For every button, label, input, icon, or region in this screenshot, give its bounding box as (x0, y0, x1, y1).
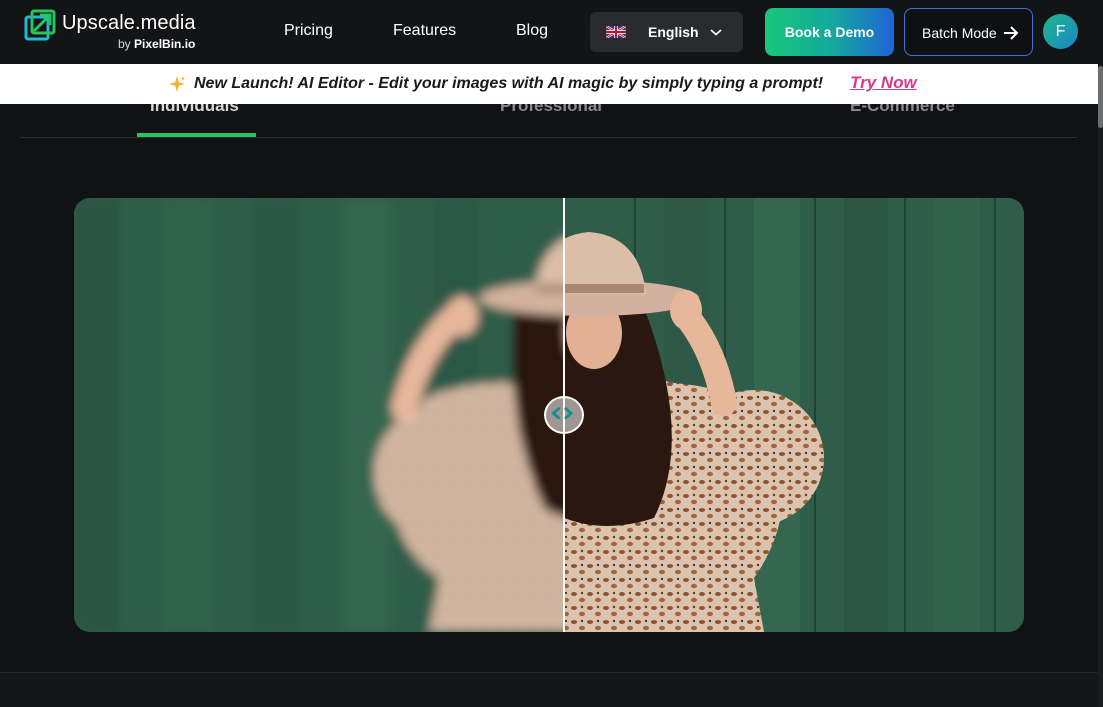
scrollbar-thumb[interactable] (1098, 66, 1103, 128)
nav-pricing[interactable]: Pricing (284, 22, 333, 40)
next-section (0, 673, 1098, 707)
logo[interactable]: Upscale.media by PixelBin.io (24, 9, 204, 53)
logo-by-prefix: by (118, 37, 135, 51)
logo-byline: by PixelBin.io (118, 37, 195, 51)
user-avatar[interactable]: F (1043, 14, 1078, 49)
compare-handle-icon[interactable] (544, 396, 584, 434)
logo-name: Upscale.media (62, 12, 196, 34)
before-after-comparison[interactable] (74, 198, 1024, 632)
language-selector[interactable]: English (590, 12, 743, 52)
book-demo-button[interactable]: Book a Demo (765, 8, 894, 56)
tabs-divider (20, 137, 1077, 138)
top-header: Upscale.media by PixelBin.io Pricing Fea… (0, 0, 1103, 64)
arrow-right-icon (1004, 26, 1019, 40)
page-scrollbar[interactable] (1098, 64, 1103, 707)
nav-features[interactable]: Features (393, 22, 456, 40)
handle-arrows-icon (551, 406, 574, 420)
batch-mode-label: Batch Mode (922, 25, 997, 41)
batch-mode-button[interactable]: Batch Mode (904, 8, 1033, 56)
announcement-banner: New Launch! AI Editor - Edit your images… (0, 64, 1098, 104)
nav-blog[interactable]: Blog (516, 22, 548, 40)
try-now-link[interactable]: Try Now (850, 73, 917, 93)
language-label: English (648, 24, 699, 40)
uk-flag-icon (606, 26, 626, 38)
upscale-arrow-icon (24, 9, 56, 41)
sparkle-icon (169, 76, 186, 92)
banner-text: New Launch! AI Editor - Edit your images… (194, 75, 824, 92)
logo-by-brand: PixelBin.io (134, 37, 196, 51)
chevron-down-icon (710, 29, 722, 36)
